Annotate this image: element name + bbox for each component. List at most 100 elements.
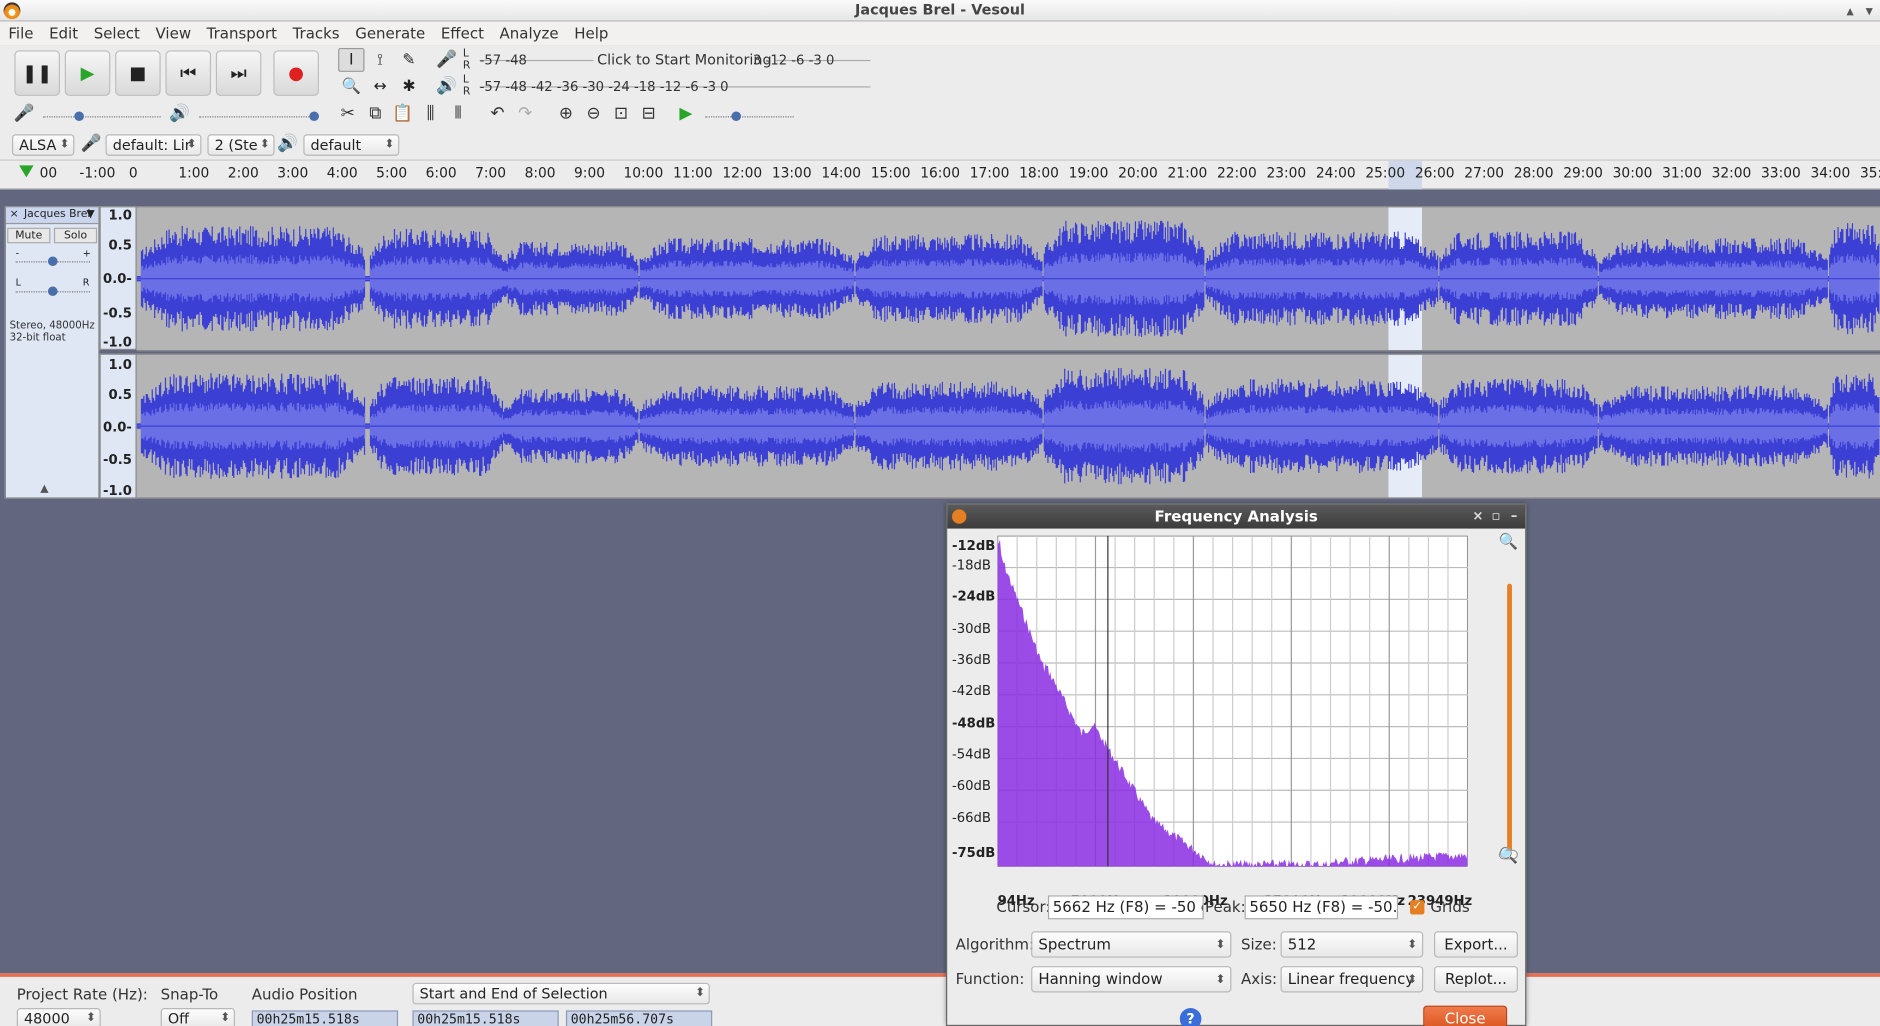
speaker-icon: 🔊 <box>277 134 299 154</box>
cut-icon[interactable]: ✂ <box>336 104 360 123</box>
recording-device-select[interactable]: default: Lir <box>105 134 202 156</box>
time-shift-tool-icon[interactable]: ↔ <box>367 74 393 98</box>
fit-project-icon[interactable]: ⊟ <box>637 104 661 123</box>
play-at-speed-icon[interactable]: ▶ <box>674 104 698 123</box>
selection-start-field[interactable]: 00h25m15.518s <box>412 1010 559 1026</box>
playback-meter[interactable]: 🔊 LR -57 -48 -42 -36 -30 -24 -18 -12 -6 … <box>432 74 876 100</box>
speaker-icon: 🔊 <box>436 76 458 96</box>
menu-tracks[interactable]: Tracks <box>284 22 347 46</box>
function-select[interactable]: Hanning window <box>1031 966 1232 993</box>
selection-mode-select[interactable]: Start and End of Selection <box>412 982 710 1005</box>
paste-icon[interactable]: 📋 <box>391 104 415 123</box>
fit-selection-icon[interactable]: ⊡ <box>609 104 633 123</box>
play-head-icon[interactable] <box>19 165 34 178</box>
undo-icon[interactable]: ↶ <box>486 104 510 123</box>
close-button[interactable]: Close <box>1423 1005 1508 1026</box>
grids-checkbox[interactable]: ✓ <box>1410 900 1425 915</box>
ruler-tick-label: 12:00 <box>722 164 763 181</box>
mute-button[interactable]: Mute <box>7 227 51 244</box>
snap-to-select[interactable]: Off <box>160 1008 236 1026</box>
draw-tool-icon[interactable]: ✎ <box>396 48 422 72</box>
ruler-tick-label: 26:00 <box>1414 164 1455 181</box>
stop-button[interactable]: ■ <box>115 50 161 96</box>
waveform-left-channel[interactable] <box>136 206 1880 352</box>
spectrum-plot[interactable] <box>997 535 1468 867</box>
gain-slider[interactable] <box>15 255 90 267</box>
play-button[interactable]: ▶ <box>64 50 111 96</box>
zoom-out-icon[interactable]: 🔍 <box>1499 847 1518 865</box>
meter-lr: LR <box>462 74 471 99</box>
timeline-ruler[interactable]: 00 -1:00 0 1:00 2:00 3:00 4:00 5:00 6:00 7:00 8:00… <box>0 160 1880 190</box>
playback-meter-scale: -57 -48 -42 -36 -30 -24 -18 -12 -6 -3 0 <box>479 79 729 95</box>
ruler-tick-label: 14:00 <box>821 164 862 181</box>
redo-icon[interactable]: ↷ <box>513 104 537 123</box>
pause-button[interactable]: ❚❚ <box>14 50 60 96</box>
selection-end-field[interactable]: 00h25m56.707s <box>565 1010 713 1026</box>
close-icon[interactable]: × <box>1472 505 1483 529</box>
project-rate-select[interactable]: 48000 <box>16 1008 101 1026</box>
menu-help[interactable]: Help <box>566 22 616 46</box>
copy-icon[interactable]: ⧉ <box>363 104 387 123</box>
help-button[interactable]: ? <box>1179 1008 1202 1026</box>
envelope-tool-icon[interactable]: ⟟ <box>367 48 393 72</box>
menu-file[interactable]: File <box>0 22 41 46</box>
collapse-track-icon[interactable]: ▲ <box>6 483 83 495</box>
frequency-analysis-dialog: Frequency Analysis × ▫ – -12dB -18dB -24dB… <box>946 503 1527 1026</box>
zoom-out-icon[interactable]: ⊖ <box>582 104 606 123</box>
menu-transport[interactable]: Transport <box>198 22 284 46</box>
audio-host-select[interactable]: ALSA <box>11 134 75 156</box>
audio-position-label: Audio Position <box>251 985 358 1004</box>
zoom-tool-icon[interactable]: 🔍 <box>338 74 364 98</box>
recording-meter[interactable]: 🎤 LR -57 -48 Click to Start Monitoring 3… <box>432 48 876 74</box>
pan-slider[interactable] <box>15 285 90 297</box>
selection-tool-icon[interactable]: I <box>338 47 365 72</box>
recording-channels-select[interactable]: 2 (Ste <box>207 134 275 156</box>
menu-select[interactable]: Select <box>85 22 147 46</box>
axis-select[interactable]: Linear frequency <box>1280 966 1424 993</box>
waveform-right-channel[interactable] <box>136 353 1880 499</box>
menu-generate[interactable]: Generate <box>347 22 433 46</box>
solo-button[interactable]: Solo <box>53 227 98 244</box>
multi-tool-icon[interactable]: ✱ <box>396 74 422 98</box>
vertical-scale-right[interactable]: 1.0 0.5 0.0- -0.5 -1.0 <box>99 353 137 499</box>
playback-volume-slider[interactable] <box>199 110 319 122</box>
zoom-in-icon[interactable]: 🔍 <box>1499 533 1518 551</box>
record-button[interactable]: ● <box>273 50 319 96</box>
skip-to-start-button[interactable]: ⏮ <box>165 50 212 96</box>
vertical-scale-left[interactable]: 1.0 0.5 0.0- -0.5 -1.0 <box>99 206 137 350</box>
export-button[interactable]: Export... <box>1434 931 1518 958</box>
replot-button[interactable]: Replot... <box>1434 966 1518 993</box>
ruler-tick-label: 16:00 <box>920 164 960 181</box>
ruler-tick-label: 7:00 <box>475 164 507 181</box>
maximize-icon[interactable]: ▾ <box>1866 1 1873 21</box>
track-name: Jacques Brel <box>23 208 91 221</box>
ruler-tick-label: 00 <box>39 164 58 181</box>
menu-view[interactable]: View <box>147 22 198 46</box>
playback-device-select[interactable]: default <box>303 134 400 156</box>
minimize-icon[interactable]: – <box>1511 505 1518 529</box>
algorithm-select[interactable]: Spectrum <box>1031 931 1232 958</box>
title-bar: Jacques Brel - Vesoul ▴ ▾ <box>0 0 1880 22</box>
maximize-icon[interactable]: ▫ <box>1492 505 1501 529</box>
dialog-title-bar[interactable]: Frequency Analysis × ▫ – <box>947 504 1526 529</box>
skip-to-end-button[interactable]: ⏭ <box>215 50 262 96</box>
recording-volume-slider[interactable] <box>43 110 161 122</box>
menu-effect[interactable]: Effect <box>432 22 491 46</box>
chevron-down-icon[interactable]: ▼ <box>86 207 94 223</box>
size-select[interactable]: 512 <box>1280 931 1424 958</box>
close-track-icon[interactable]: × <box>10 207 19 223</box>
ruler-tick-label: 21:00 <box>1167 164 1208 181</box>
peak-value-field: 5650 Hz (F8) = -50.8 dB <box>1244 895 1399 920</box>
audio-position-field[interactable]: 00h25m15.518s <box>251 1010 399 1026</box>
menu-edit[interactable]: Edit <box>41 22 86 46</box>
play-at-speed-slider[interactable] <box>705 110 794 122</box>
menu-analyze[interactable]: Analyze <box>491 22 566 46</box>
trim-icon[interactable]: ⫼ <box>418 104 442 123</box>
start-monitoring-text[interactable]: Click to Start Monitoring <box>593 51 776 69</box>
vertical-zoom-slider[interactable] <box>1498 583 1518 860</box>
zoom-in-icon[interactable]: ⊕ <box>554 104 578 123</box>
track-name-menu[interactable]: × Jacques Brel ▼ <box>5 207 99 225</box>
silence-icon[interactable]: ⫴ <box>446 104 470 123</box>
y-axis-label: -66dB <box>952 810 991 826</box>
minimize-icon[interactable]: ▴ <box>1846 1 1853 21</box>
